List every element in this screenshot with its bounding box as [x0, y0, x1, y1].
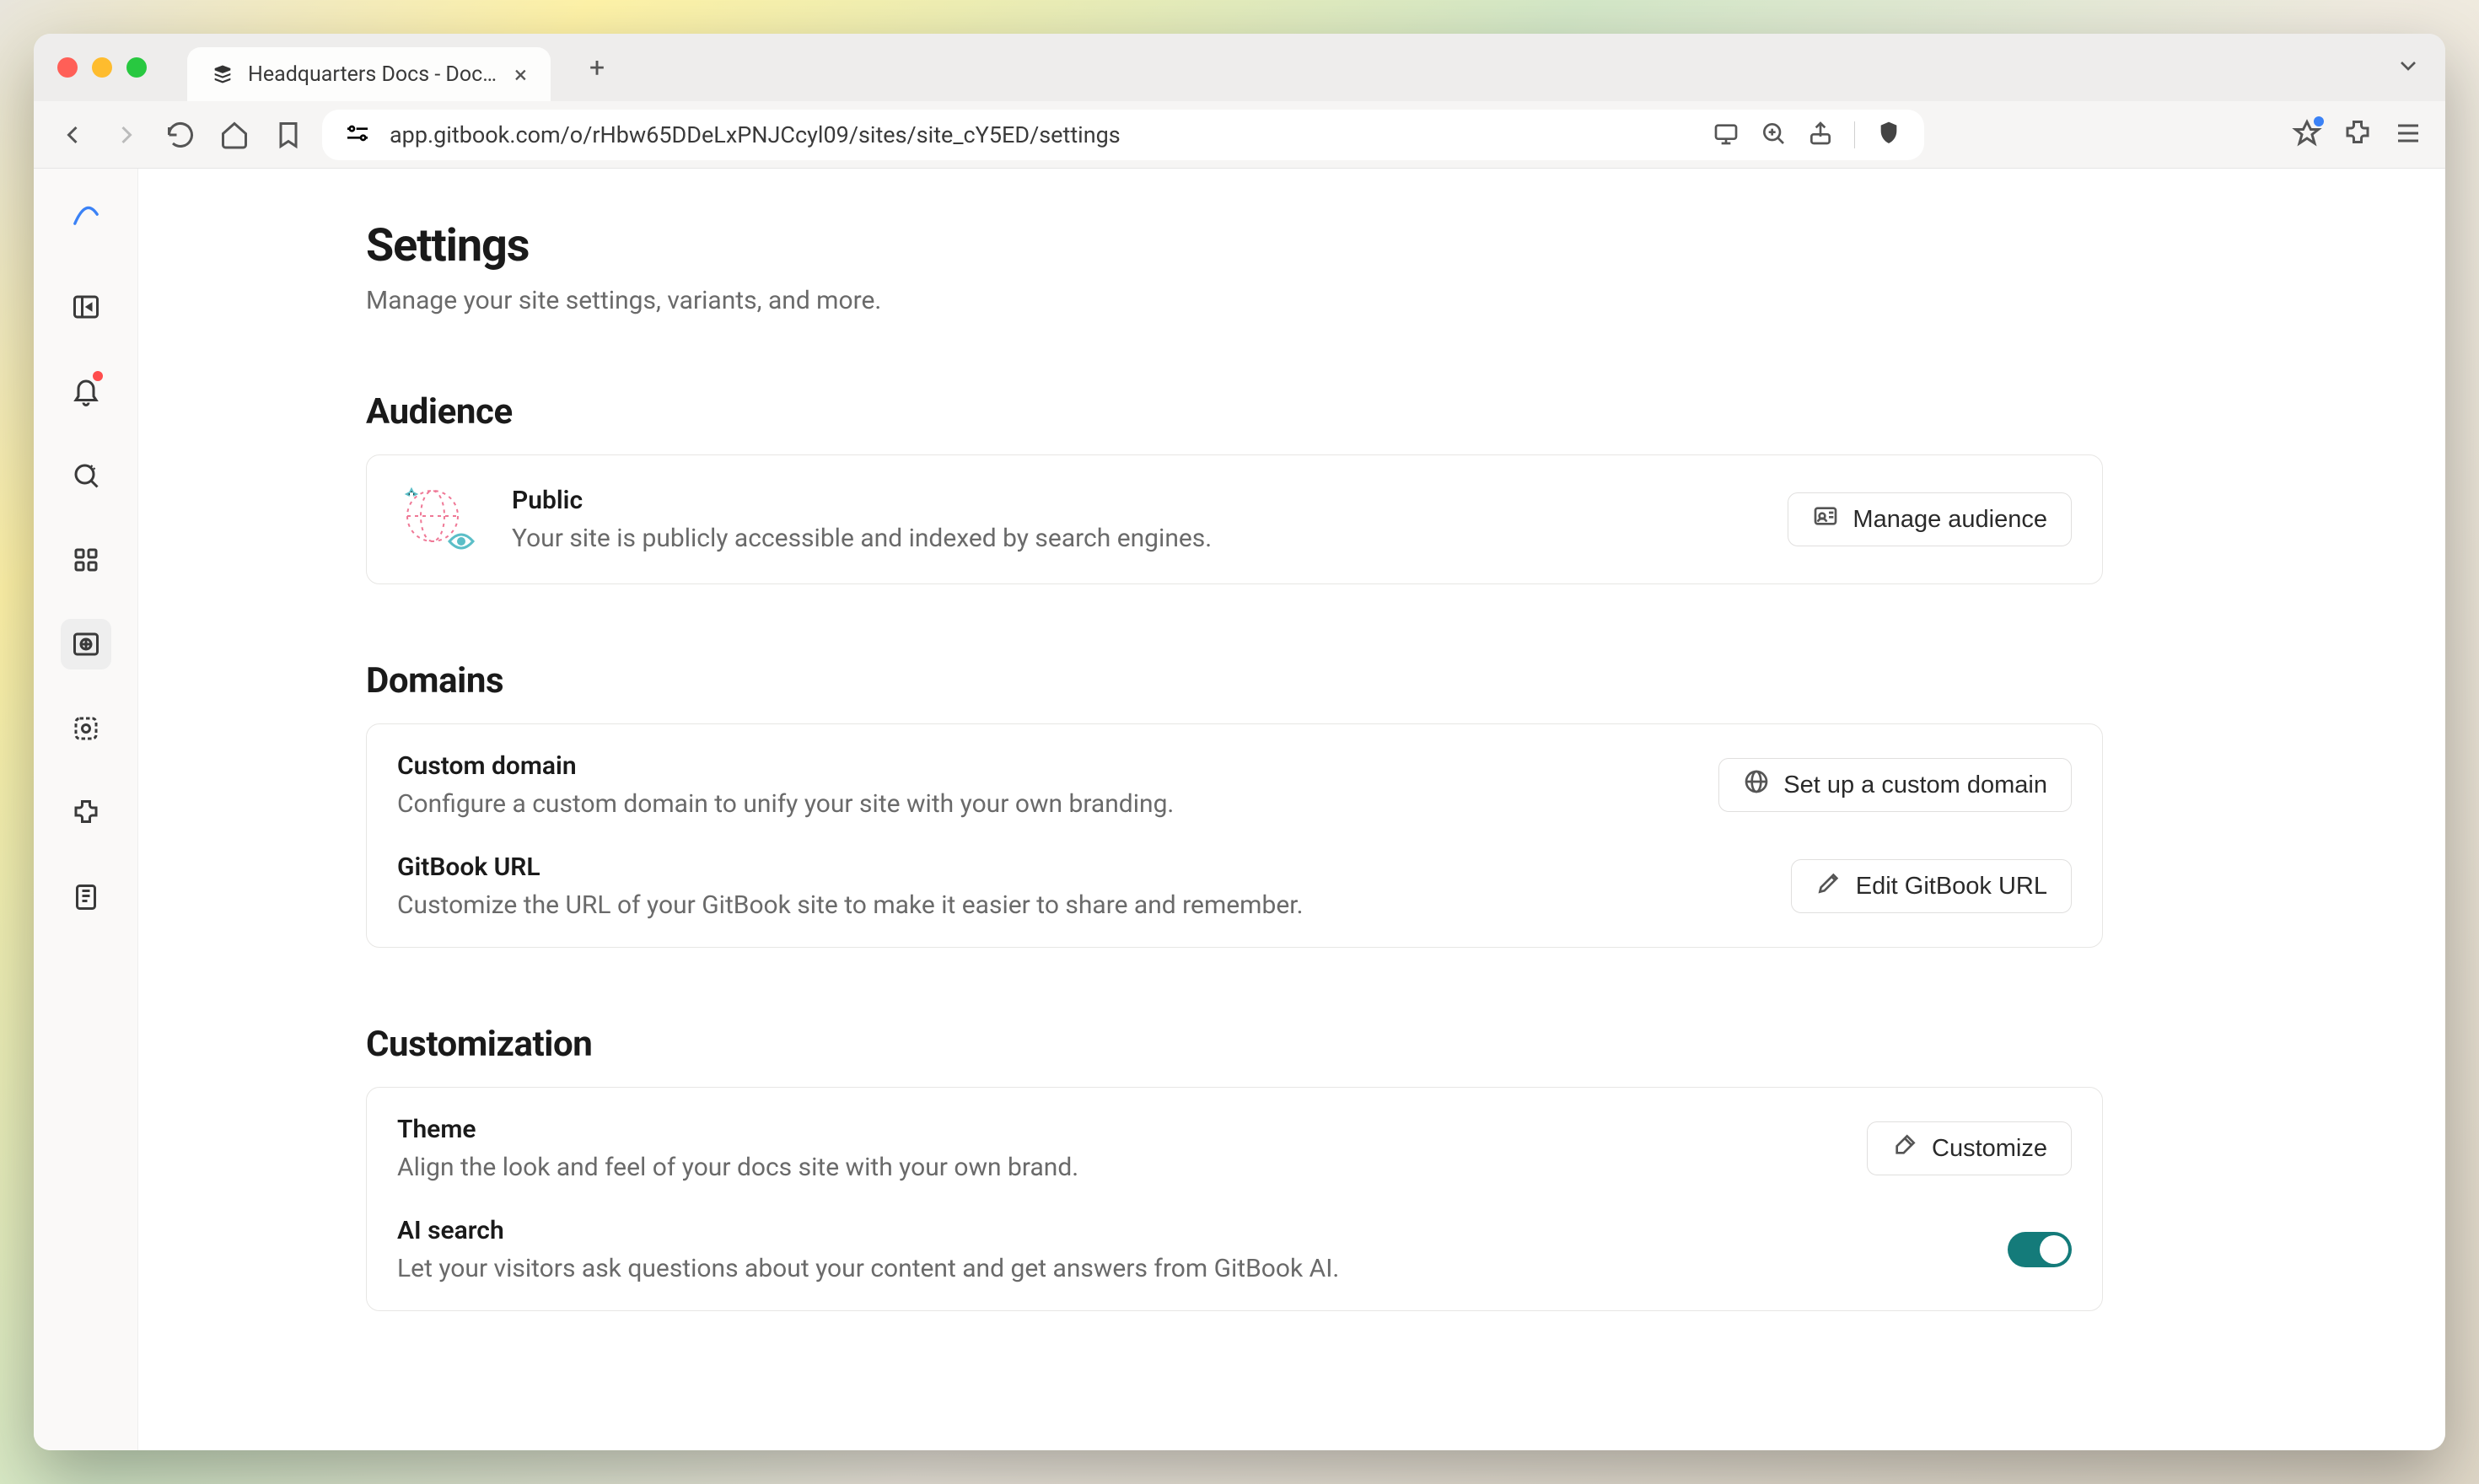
- home-button[interactable]: [218, 118, 251, 152]
- gitbook-url-desc: Customize the URL of your GitBook site t…: [397, 890, 1761, 920]
- sidebar-docs-icon[interactable]: [61, 872, 111, 922]
- browser-toolbar: app.gitbook.com/o/rHbw65DDeLxPNJCcyl09/s…: [34, 101, 2445, 169]
- window-close-button[interactable]: [57, 57, 78, 78]
- window-minimize-button[interactable]: [92, 57, 112, 78]
- ai-search-desc: Let your visitors ask questions about yo…: [397, 1254, 1977, 1283]
- toggle-knob: [2040, 1235, 2068, 1264]
- customize-theme-button[interactable]: Customize: [1867, 1121, 2072, 1175]
- traffic-lights: [57, 57, 147, 78]
- sidebar-search-icon[interactable]: [61, 450, 111, 501]
- url-text: app.gitbook.com/o/rHbw65DDeLxPNJCcyl09/s…: [390, 121, 1694, 148]
- manage-audience-button[interactable]: Manage audience: [1788, 492, 2072, 546]
- custom-domain-label: Custom domain: [397, 751, 1688, 781]
- customize-action-label: Customize: [1932, 1135, 2047, 1163]
- sidebar-notifications-icon[interactable]: [61, 366, 111, 417]
- site-settings-icon[interactable]: [344, 120, 371, 150]
- browser-tab[interactable]: Headquarters Docs - Docs si ×: [187, 47, 551, 101]
- audience-icon: [1812, 503, 1839, 536]
- titlebar: Headquarters Docs - Docs si × +: [34, 34, 2445, 101]
- theme-label: Theme: [397, 1115, 1836, 1144]
- tab-close-button[interactable]: ×: [514, 61, 527, 89]
- org-logo[interactable]: [67, 194, 105, 231]
- share-icon[interactable]: [1807, 120, 1834, 150]
- audience-card: Public Your site is publicly accessible …: [366, 454, 2103, 584]
- nav-back-button[interactable]: [56, 118, 89, 152]
- page-title: Settings: [366, 219, 2103, 272]
- tab-favicon: [211, 62, 234, 86]
- bookmark-button[interactable]: [272, 118, 305, 152]
- edit-gitbook-url-button[interactable]: Edit GitBook URL: [1791, 859, 2072, 913]
- app-sidebar: [34, 169, 138, 1450]
- extensions-icon[interactable]: [2342, 118, 2373, 152]
- tab-title: Headquarters Docs - Docs si: [248, 62, 501, 87]
- reload-button[interactable]: [164, 118, 197, 152]
- sidebar-panel-icon[interactable]: [61, 282, 111, 332]
- tabs-dropdown-button[interactable]: [2395, 52, 2422, 83]
- brave-shields-icon[interactable]: [1875, 120, 1902, 150]
- set-up-custom-domain-button[interactable]: Set up a custom domain: [1718, 758, 2072, 812]
- menu-icon[interactable]: [2393, 118, 2423, 152]
- sidebar-integrations-icon[interactable]: [61, 788, 111, 838]
- domains-card: Custom domain Configure a custom domain …: [366, 723, 2103, 948]
- gitbook-url-label: GitBook URL: [397, 852, 1761, 882]
- custom-domain-desc: Configure a custom domain to unify your …: [397, 789, 1688, 819]
- pencil-icon: [1815, 869, 1842, 903]
- zoom-icon[interactable]: [1760, 120, 1787, 150]
- new-tab-button[interactable]: +: [589, 51, 605, 83]
- nav-forward-button[interactable]: [110, 118, 143, 152]
- sidebar-apps-icon[interactable]: [61, 535, 111, 585]
- window-maximize-button[interactable]: [126, 57, 147, 78]
- globe-public-icon: [397, 482, 481, 556]
- address-bar[interactable]: app.gitbook.com/o/rHbw65DDeLxPNJCcyl09/s…: [322, 110, 1924, 160]
- audience-desc: Your site is publicly accessible and ind…: [512, 524, 1757, 553]
- content-area: Settings Manage your site settings, vari…: [138, 169, 2445, 1450]
- notification-dot: [93, 371, 103, 381]
- app-body: Settings Manage your site settings, vari…: [34, 169, 2445, 1450]
- customization-card: Theme Align the look and feel of your do…: [366, 1087, 2103, 1311]
- section-audience-title: Audience: [366, 391, 2103, 433]
- audience-label: Public: [512, 486, 1757, 515]
- desktop-icon[interactable]: [1713, 120, 1740, 150]
- manage-audience-label: Manage audience: [1853, 506, 2047, 534]
- rewards-icon[interactable]: [2292, 118, 2322, 152]
- brush-icon: [1891, 1132, 1918, 1165]
- globe-icon: [1743, 768, 1770, 802]
- sidebar-publish-icon[interactable]: [61, 619, 111, 669]
- page-subtitle: Manage your site settings, variants, and…: [366, 286, 2103, 315]
- sidebar-snippets-icon[interactable]: [61, 703, 111, 754]
- ai-search-label: AI search: [397, 1216, 1977, 1245]
- theme-desc: Align the look and feel of your docs sit…: [397, 1153, 1836, 1182]
- gitbook-url-action-label: Edit GitBook URL: [1856, 873, 2047, 901]
- section-domains-title: Domains: [366, 660, 2103, 702]
- custom-domain-action-label: Set up a custom domain: [1783, 772, 2047, 799]
- section-customization-title: Customization: [366, 1024, 2103, 1065]
- browser-window: Headquarters Docs - Docs si × +: [34, 34, 2445, 1450]
- ai-search-toggle[interactable]: [2008, 1232, 2072, 1267]
